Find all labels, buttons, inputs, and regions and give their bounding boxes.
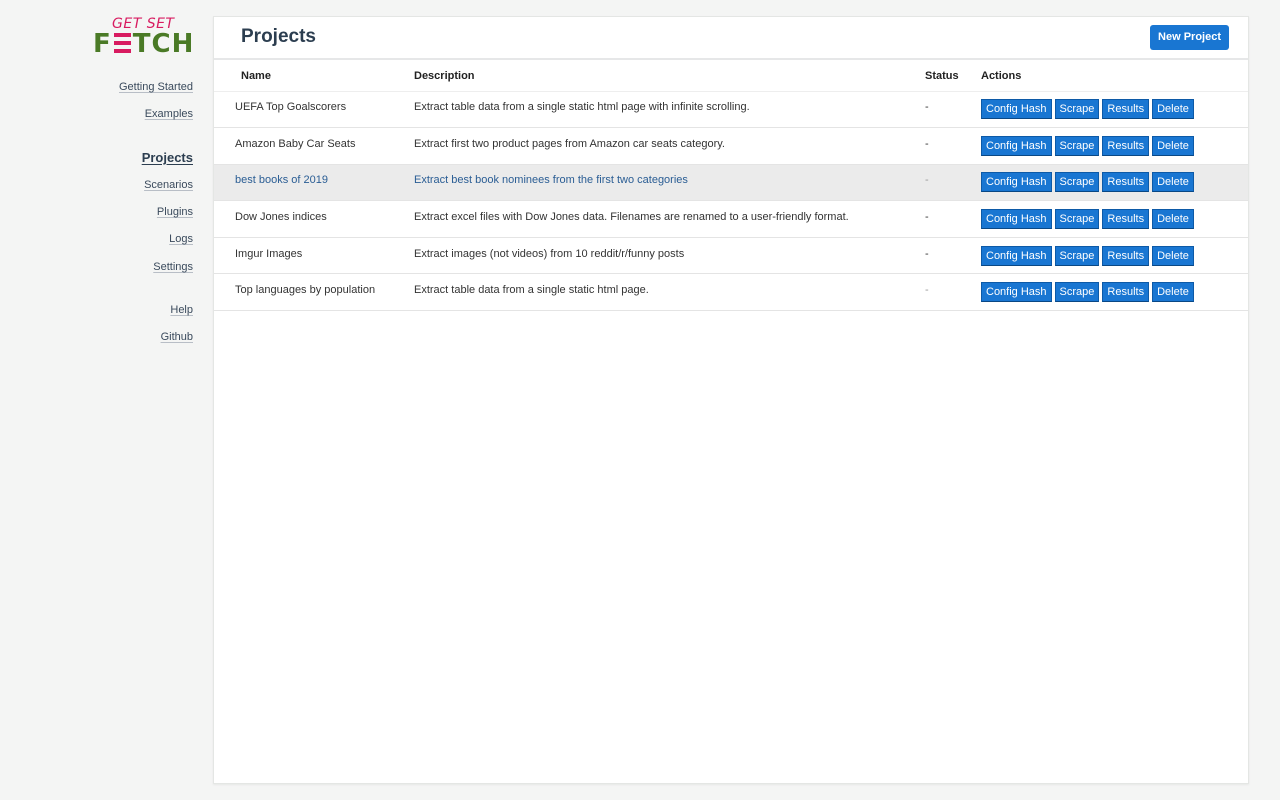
- scrape-button[interactable]: Scrape: [1054, 99, 1100, 120]
- table-row[interactable]: Amazon Baby Car Seats Extract first two …: [214, 127, 1248, 165]
- delete-button[interactable]: Delete: [1152, 209, 1194, 230]
- sidebar-item-projects[interactable]: Projects: [142, 150, 193, 165]
- delete-button[interactable]: Delete: [1152, 282, 1194, 303]
- delete-button[interactable]: Delete: [1152, 99, 1194, 120]
- results-button[interactable]: Results: [1102, 172, 1150, 193]
- project-status: -: [925, 273, 981, 312]
- scrape-button[interactable]: Scrape: [1054, 282, 1100, 303]
- project-name[interactable]: Amazon Baby Car Seats: [214, 127, 414, 165]
- delete-button[interactable]: Delete: [1152, 172, 1194, 193]
- column-header-actions: Actions: [981, 60, 1248, 92]
- column-header-name[interactable]: Name: [214, 60, 414, 92]
- scrape-button[interactable]: Scrape: [1054, 135, 1100, 156]
- config-hash-button[interactable]: Config Hash: [981, 282, 1052, 303]
- sidebar-item-github[interactable]: Github: [161, 331, 193, 343]
- config-hash-button[interactable]: Config Hash: [981, 245, 1052, 266]
- project-name[interactable]: Top languages by population: [214, 273, 414, 312]
- sidebar-item-settings[interactable]: Settings: [153, 261, 193, 273]
- project-status: -: [925, 200, 981, 238]
- scrape-button[interactable]: Scrape: [1054, 172, 1100, 193]
- table-row[interactable]: UEFA Top Goalscorers Extract table data …: [214, 91, 1248, 129]
- project-name[interactable]: best books of 2019: [214, 164, 414, 202]
- scrape-button[interactable]: Scrape: [1054, 209, 1100, 230]
- logo-letter-f: F: [93, 29, 112, 59]
- page-title: Projects: [241, 26, 316, 47]
- project-actions: Config Hash Scrape Results Delete: [981, 164, 1248, 202]
- results-button[interactable]: Results: [1102, 99, 1150, 120]
- logo-letters-tch: TCH: [132, 29, 195, 59]
- config-hash-button[interactable]: Config Hash: [981, 172, 1052, 193]
- column-header-description[interactable]: Description: [414, 60, 925, 92]
- project-actions: Config Hash Scrape Results Delete: [981, 273, 1248, 312]
- project-description: Extract images (not videos) from 10 redd…: [414, 237, 925, 275]
- sidebar-item-logs[interactable]: Logs: [169, 233, 193, 245]
- config-hash-button[interactable]: Config Hash: [981, 99, 1052, 120]
- config-hash-button[interactable]: Config Hash: [981, 135, 1052, 156]
- project-name[interactable]: Dow Jones indices: [214, 200, 414, 238]
- sidebar: GET SET F TCH Getting Started Examples Pr…: [0, 0, 200, 800]
- panel-header: Projects New Project: [214, 17, 1248, 60]
- project-description: Extract first two product pages from Ama…: [414, 127, 925, 165]
- new-project-button[interactable]: New Project: [1150, 25, 1229, 50]
- table-row[interactable]: Dow Jones indices Extract excel files wi…: [214, 200, 1248, 238]
- table-header-row: Name Description Status Actions: [214, 60, 1248, 92]
- table-row[interactable]: Top languages by population Extract tabl…: [214, 273, 1248, 312]
- table-row[interactable]: best books of 2019 Extract best book nom…: [214, 164, 1248, 202]
- table-row[interactable]: Imgur Images Extract images (not videos)…: [214, 237, 1248, 275]
- logo-e-icon: [113, 33, 131, 53]
- results-button[interactable]: Results: [1102, 209, 1150, 230]
- project-status: -: [925, 127, 981, 165]
- project-description: Extract excel files with Dow Jones data.…: [414, 200, 925, 238]
- column-header-status[interactable]: Status: [925, 60, 981, 92]
- project-description: Extract table data from a single static …: [414, 91, 925, 129]
- project-description: Extract table data from a single static …: [414, 273, 925, 312]
- project-name[interactable]: UEFA Top Goalscorers: [214, 91, 414, 129]
- sidebar-item-getting-started[interactable]: Getting Started: [119, 81, 193, 93]
- project-actions: Config Hash Scrape Results Delete: [981, 91, 1248, 129]
- sidebar-item-examples[interactable]: Examples: [145, 108, 193, 120]
- logo[interactable]: GET SET F TCH: [92, 16, 198, 60]
- project-actions: Config Hash Scrape Results Delete: [981, 237, 1248, 275]
- project-actions: Config Hash Scrape Results Delete: [981, 200, 1248, 238]
- delete-button[interactable]: Delete: [1152, 135, 1194, 156]
- project-actions: Config Hash Scrape Results Delete: [981, 127, 1248, 165]
- project-status: -: [925, 164, 981, 202]
- results-button[interactable]: Results: [1102, 282, 1150, 303]
- scrape-button[interactable]: Scrape: [1054, 245, 1100, 266]
- projects-table: Name Description Status Actions UEFA Top…: [214, 60, 1248, 312]
- sidebar-item-help[interactable]: Help: [170, 304, 193, 316]
- sidebar-item-plugins[interactable]: Plugins: [157, 206, 193, 218]
- sidebar-item-scenarios[interactable]: Scenarios: [144, 179, 193, 191]
- project-description: Extract best book nominees from the firs…: [414, 164, 925, 202]
- results-button[interactable]: Results: [1102, 245, 1150, 266]
- config-hash-button[interactable]: Config Hash: [981, 209, 1052, 230]
- project-name[interactable]: Imgur Images: [214, 237, 414, 275]
- project-status: -: [925, 237, 981, 275]
- logo-line-2: F TCH: [93, 31, 194, 57]
- delete-button[interactable]: Delete: [1152, 245, 1194, 266]
- project-status: -: [925, 91, 981, 129]
- results-button[interactable]: Results: [1102, 135, 1150, 156]
- main-panel: Projects New Project Name Description St…: [213, 16, 1249, 784]
